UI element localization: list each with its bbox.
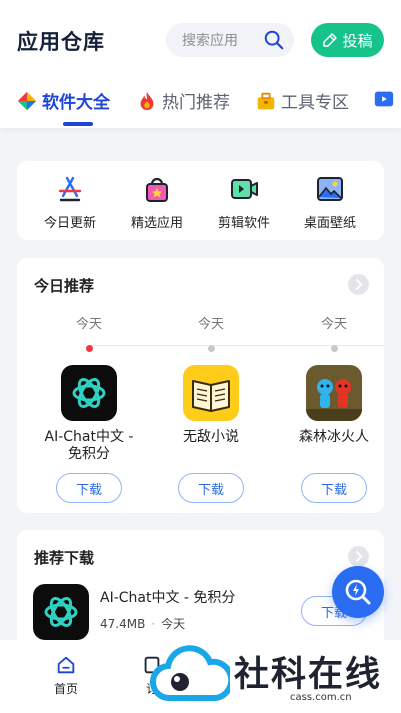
pencil-icon <box>323 33 338 47</box>
today-app-item[interactable]: 今天 AI-Chat中文 - 免积分 下载 <box>39 313 139 503</box>
today-app-item[interactable]: 今天 森林冰火人 下载 <box>284 313 384 503</box>
quick-link-wallpaper[interactable]: 桌面壁纸 <box>290 174 370 231</box>
tab-hot[interactable]: 热门推荐 <box>136 88 230 113</box>
app-store-icon <box>58 176 82 202</box>
download-button[interactable]: 下载 <box>178 473 244 503</box>
app-size: 47.4MB <box>100 617 146 631</box>
floating-action-button[interactable] <box>332 566 384 618</box>
tab-video[interactable] <box>373 88 399 110</box>
app-name: AI-Chat中文 - 免积分 <box>100 590 236 606</box>
page-title: 应用仓库 <box>17 30 105 54</box>
timeline-dot <box>85 345 93 352</box>
quick-link-label: 剪辑软件 <box>217 216 270 231</box>
image-icon <box>317 177 343 201</box>
fireboy-watergirl-app-icon[interactable] <box>306 365 362 421</box>
watermark-text: 社科在线 <box>234 655 383 695</box>
watermark-logo: 社科在线 cass.com.cn <box>150 628 401 713</box>
active-tab-indicator <box>63 122 93 126</box>
video-tab-icon <box>374 91 394 107</box>
quick-link-today-update[interactable]: 今日更新 <box>30 174 110 231</box>
app-name: AI-Chat中文 - 免积分 <box>44 429 134 462</box>
nav-label: 首页 <box>53 682 78 696</box>
software-colorful-icon <box>17 91 37 110</box>
tab-label: 热门推荐 <box>162 93 230 113</box>
day-label: 今天 <box>197 317 224 332</box>
search-icon[interactable] <box>263 29 285 51</box>
top-bar: 应用仓库 搜索应用 投稿 软件大全 热门推荐 工具专区 <box>0 0 401 128</box>
search-input[interactable]: 搜索应用 <box>166 23 294 57</box>
download-button[interactable]: 下载 <box>301 473 367 503</box>
ai-chat-app-icon[interactable] <box>33 584 89 640</box>
chevron-right-icon[interactable] <box>348 546 369 567</box>
watermark-subtext: cass.com.cn <box>290 692 352 703</box>
quick-link-label: 桌面壁纸 <box>303 216 356 231</box>
cloud-logo-icon <box>150 645 230 702</box>
tab-tools[interactable]: 工具专区 <box>255 88 349 113</box>
novel-book-app-icon[interactable] <box>183 365 239 421</box>
category-tabs: 软件大全 热门推荐 工具专区 <box>0 80 401 128</box>
timeline-dot <box>207 345 215 352</box>
video-edit-icon <box>231 179 258 199</box>
chevron-right-icon[interactable] <box>348 274 369 295</box>
tab-label: 工具专区 <box>281 93 349 113</box>
quick-link-label: 今日更新 <box>43 216 96 231</box>
quick-link-label: 精选应用 <box>130 216 183 231</box>
quick-link-featured[interactable]: 精选应用 <box>117 174 197 231</box>
tab-label: 软件大全 <box>42 93 110 113</box>
home-icon <box>57 656 75 674</box>
day-label: 今天 <box>75 317 102 332</box>
section-title: 今日推荐 <box>34 277 95 295</box>
post-label: 投稿 <box>342 31 373 50</box>
post-button[interactable]: 投稿 <box>311 23 384 57</box>
today-app-item[interactable]: 今天 无敌小说 下载 <box>161 313 261 503</box>
shopping-bag-icon <box>146 177 168 202</box>
app-name: 无敌小说 <box>183 429 239 445</box>
timeline-dot <box>330 345 338 352</box>
today-recommend-card: 今日推荐 今天 AI-Chat中文 - 免积分 下载 今天 无敌小说 下载 今天… <box>17 258 384 513</box>
quick-link-video-edit[interactable]: 剪辑软件 <box>204 174 284 231</box>
quick-links-card: 今日更新 精选应用 剪辑软件 桌面壁纸 <box>17 161 384 240</box>
app-name: 森林冰火人 <box>299 429 369 445</box>
nav-item-home[interactable]: 首页 <box>36 654 96 697</box>
search-placeholder: 搜索应用 <box>182 33 238 49</box>
tab-software[interactable]: 软件大全 <box>16 88 110 113</box>
ai-chat-app-icon[interactable] <box>61 365 117 421</box>
search-bolt-icon <box>345 579 371 605</box>
section-title: 推荐下载 <box>34 549 95 567</box>
toolbox-icon <box>257 92 275 109</box>
day-label: 今天 <box>320 317 347 332</box>
download-button[interactable]: 下载 <box>56 473 122 503</box>
fire-icon <box>140 91 154 110</box>
